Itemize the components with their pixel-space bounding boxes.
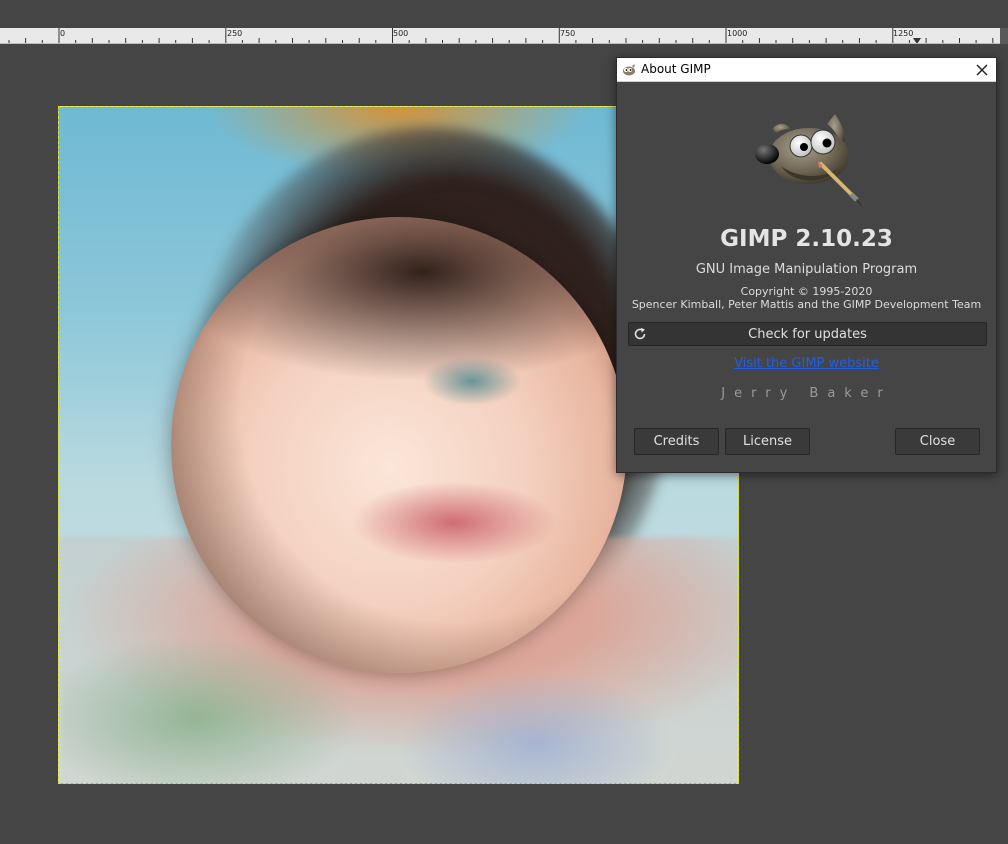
ruler-label-0: 0 [60,29,66,38]
ruler-label-750: 750 [560,29,576,38]
check-updates-button[interactable]: Check for updates [628,322,987,346]
author-credit: Jerry Baker [721,386,892,401]
refresh-icon [634,327,646,340]
dialog-titlebar[interactable]: About GIMP [617,58,996,82]
gimp-small-icon [623,64,635,76]
copyright-text: Copyright © 1995-2020 [740,285,873,298]
credits-button[interactable]: Credits [634,428,719,455]
ruler-pointer-icon [913,38,921,43]
close-button[interactable]: Close [895,428,980,455]
horizontal-ruler[interactable]: 0 250 500 750 1000 1250 [0,28,1000,44]
ruler-label-1000: 1000 [727,29,748,38]
dialog-title: About GIMP [641,62,711,76]
image-sphere-distortion [171,217,627,673]
app-title: GIMP 2.10.23 [720,226,893,252]
wilber-mascot-icon [755,114,863,208]
ruler-label-1250: 1250 [893,29,914,38]
visit-website-link[interactable]: Visit the GIMP website [617,356,996,371]
about-dialog: About GIMP GIMP 2.10.23 GNU Image Manipu… [616,57,997,473]
ruler-ticks [8,28,994,43]
check-updates-label: Check for updates [748,326,867,342]
toolbar-strip [0,0,1008,28]
authors-text: Spencer Kimball, Peter Mattis and the GI… [631,298,982,311]
ruler-label-500: 500 [393,29,409,38]
ruler-corner [1000,28,1008,44]
close-icon[interactable] [969,59,995,81]
ruler-label-250: 250 [227,29,243,38]
app-subtitle: GNU Image Manipulation Program [695,262,918,277]
license-button[interactable]: License [725,428,810,455]
